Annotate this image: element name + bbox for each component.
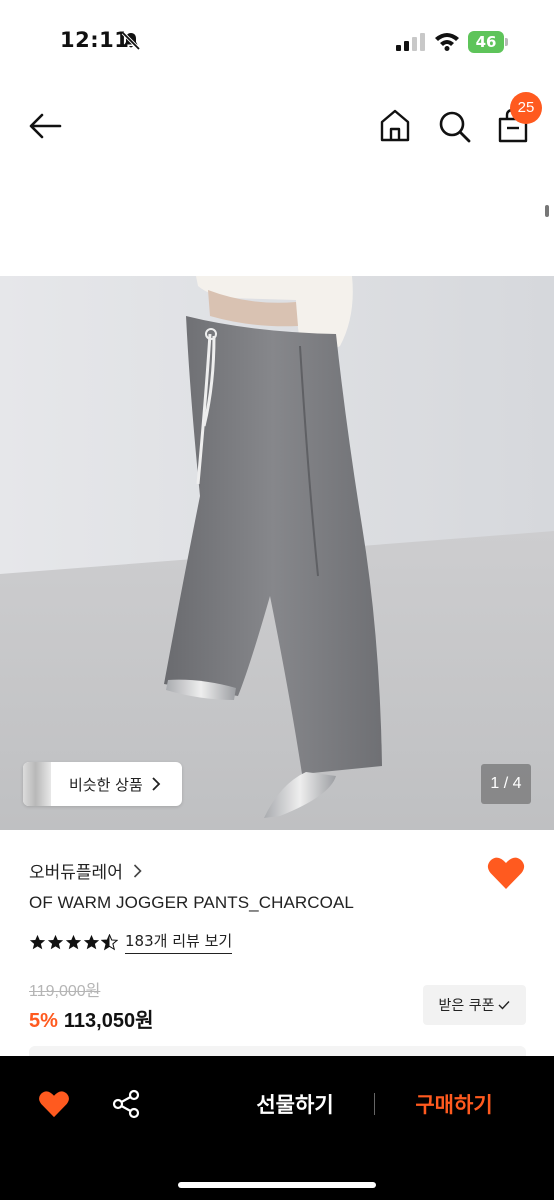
battery-icon: 46: [468, 31, 508, 53]
status-time: 12:11: [60, 28, 130, 52]
review-link[interactable]: 183개 리뷰 보기: [125, 930, 233, 954]
similar-products-thumbnail: [23, 762, 51, 806]
rating-stars: [29, 933, 119, 951]
similar-products-button[interactable]: 비슷한 상품: [23, 762, 182, 806]
image-page-counter: 1 / 4: [481, 764, 531, 804]
original-price: 119,000원: [29, 983, 101, 1000]
search-icon[interactable]: [436, 108, 472, 144]
bell-off-icon: [121, 31, 141, 51]
star-icon: [65, 934, 82, 949]
brand-name: 오버듀플레어: [29, 863, 123, 883]
product-photo: [0, 276, 554, 830]
home-icon[interactable]: [378, 108, 412, 144]
chevron-right-icon: [152, 777, 161, 791]
cellular-signal-icon: [396, 33, 425, 51]
battery-level: 46: [468, 31, 504, 53]
back-arrow-icon[interactable]: [26, 108, 66, 144]
brand-link[interactable]: 오버듀플레어: [29, 858, 142, 883]
discount-rate: 5%: [29, 1010, 58, 1032]
gift-button[interactable]: 선물하기: [225, 1088, 365, 1122]
coupon-label: 받은 쿠폰: [438, 998, 495, 1014]
heart-icon[interactable]: [38, 1090, 70, 1118]
heart-icon[interactable]: [487, 856, 525, 890]
star-icon: [47, 934, 64, 949]
bar-divider: [374, 1093, 375, 1115]
battery-tip: [505, 38, 508, 46]
product-name: OF WARM JOGGER PANTS_CHARCOAL: [29, 893, 354, 912]
price-row: 5% 113,050원: [29, 1004, 154, 1033]
sale-price: 113,050원: [63, 1010, 154, 1032]
wifi-icon: [435, 33, 459, 51]
buy-button[interactable]: 구매하기: [384, 1088, 524, 1122]
home-indicator: [178, 1182, 376, 1188]
product-image[interactable]: [0, 276, 554, 830]
status-bar: 12:11 46: [0, 0, 554, 80]
cart-count-badge[interactable]: 25: [510, 92, 542, 124]
chevron-right-icon: [133, 863, 142, 878]
coupon-button[interactable]: 받은 쿠폰: [423, 985, 526, 1025]
rating-row: 183개 리뷰 보기: [29, 930, 233, 954]
half-star-icon: [101, 933, 118, 950]
star-icon: [83, 934, 100, 949]
scroll-indicator: [545, 205, 549, 217]
star-icon: [29, 934, 46, 949]
share-icon[interactable]: [111, 1089, 141, 1119]
bottom-action-bar: [0, 1056, 554, 1200]
check-icon: [498, 1001, 510, 1010]
similar-products-label: 비슷한 상품: [69, 775, 143, 794]
